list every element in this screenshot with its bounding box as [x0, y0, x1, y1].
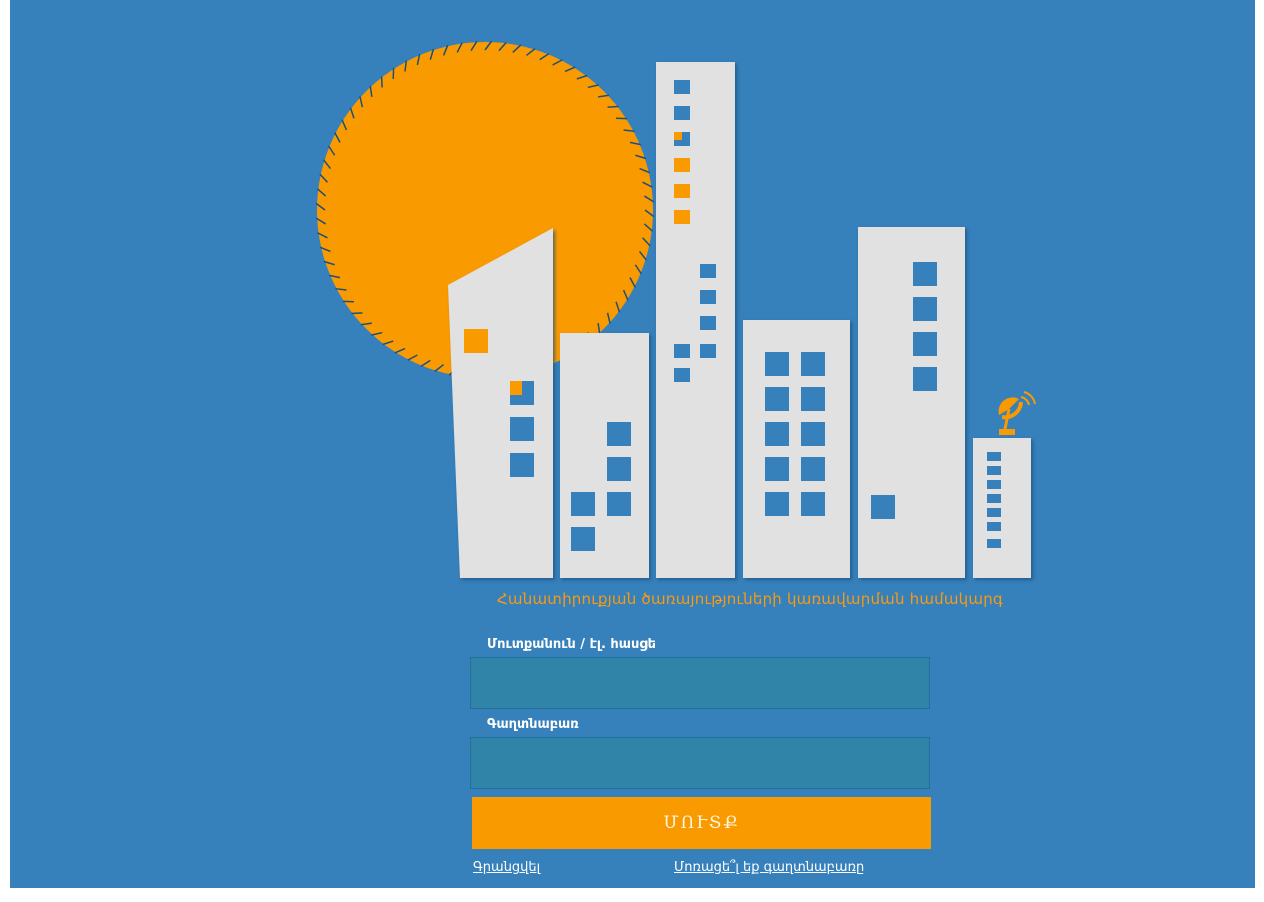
password-label: Գաղտնաբառ	[487, 717, 579, 732]
forgot-password-link[interactable]: Մոռացե՞լ եք գաղտնաբառը	[674, 860, 864, 875]
building-6	[973, 438, 1031, 578]
username-label: Մուտքանուն / էլ. հասցե	[487, 637, 657, 652]
login-button[interactable]: ՄՈՒՏՔ	[472, 797, 931, 849]
satellite-dish-icon	[998, 391, 1036, 435]
login-page: Հանատիրուքյան ծառայություների կառավարման…	[10, 0, 1255, 888]
sun-ray	[607, 105, 619, 108]
building-5	[858, 227, 965, 578]
building-4	[743, 320, 850, 578]
building-1	[448, 228, 553, 578]
sun-ray	[380, 76, 383, 88]
sun-ray	[351, 312, 363, 315]
username-input[interactable]	[470, 657, 930, 709]
building-3	[656, 62, 735, 578]
city-skyline-illustration	[315, 40, 1036, 578]
password-input[interactable]	[470, 737, 930, 789]
register-link[interactable]: Գրանցվել	[473, 860, 540, 875]
system-tagline: Հանատիրուքյան ծառայություների կառավարման…	[497, 590, 1003, 608]
